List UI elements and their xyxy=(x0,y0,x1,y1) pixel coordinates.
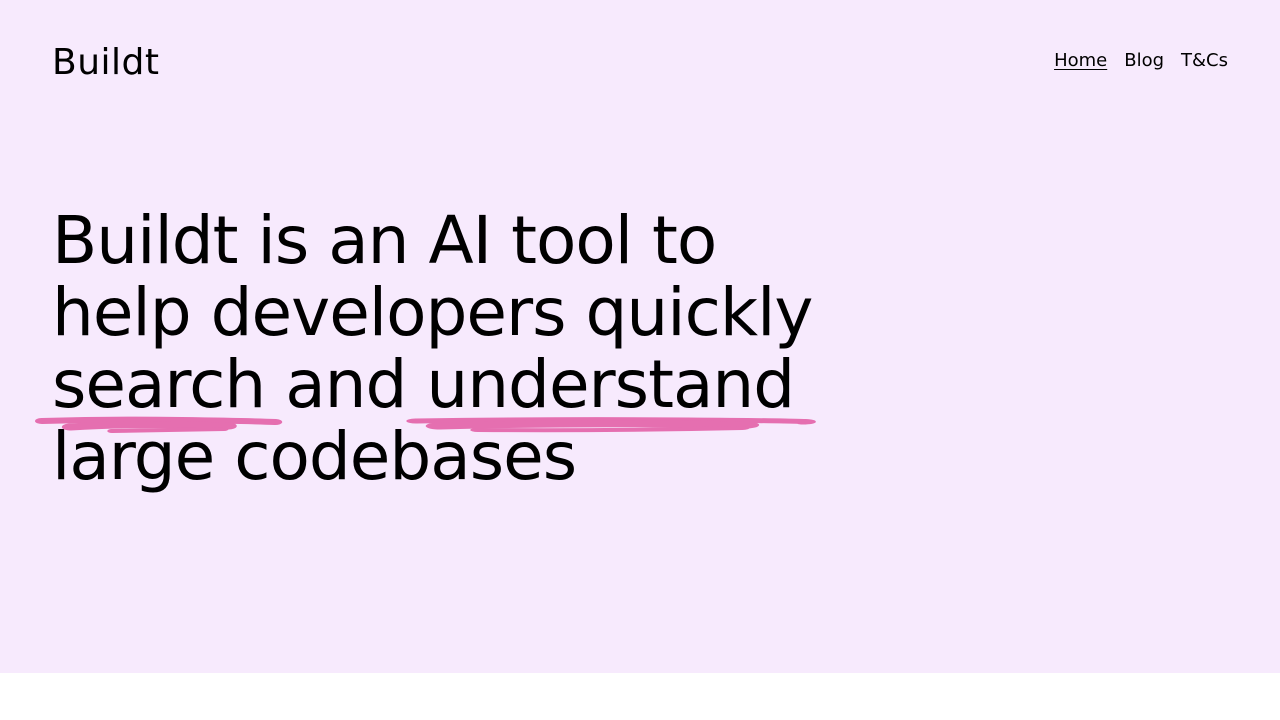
nav-tcs-link[interactable]: T&Cs xyxy=(1181,49,1228,73)
highlight-search-text: search xyxy=(52,346,266,423)
headline-line-3: search and understand xyxy=(35,346,952,433)
headline-line-1: Buildt is an AI tool to xyxy=(52,202,717,279)
nav-home-link[interactable]: Home xyxy=(1054,49,1107,73)
page-footer-area xyxy=(0,673,1280,720)
headline-line-2: help developers quickly xyxy=(52,274,814,351)
nav-blog-link[interactable]: Blog xyxy=(1124,49,1164,73)
headline-and: and xyxy=(265,346,427,423)
highlight-understand: understand xyxy=(406,346,817,433)
highlight-search: search xyxy=(35,346,283,433)
brand-logo[interactable]: Buildt xyxy=(52,41,159,85)
hero-section: Buildt Home Blog T&Cs Buildt is an AI to… xyxy=(0,0,1280,673)
top-nav: Home Blog T&Cs xyxy=(1054,49,1228,73)
hero-headline: Buildt is an AI tool to help developers … xyxy=(35,202,952,493)
highlight-understand-text: understand xyxy=(426,346,795,423)
